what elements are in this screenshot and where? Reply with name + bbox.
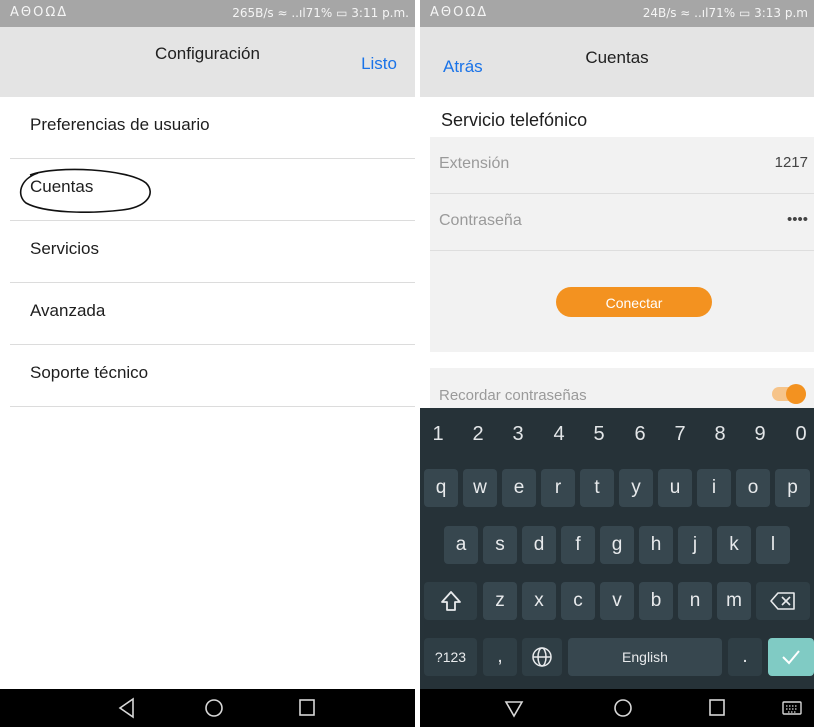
key-7[interactable]: 7 bbox=[665, 423, 695, 446]
back-nav-icon[interactable] bbox=[504, 697, 524, 719]
key-r[interactable]: r bbox=[541, 469, 575, 507]
key-c[interactable]: c bbox=[561, 582, 595, 620]
settings-item-label: Avanzada bbox=[30, 301, 106, 320]
toggle-knob bbox=[786, 384, 806, 404]
key-k[interactable]: k bbox=[717, 526, 751, 564]
key-w[interactable]: w bbox=[463, 469, 497, 507]
remember-passwords-toggle[interactable] bbox=[772, 384, 806, 404]
done-button[interactable]: Listo bbox=[361, 54, 397, 74]
recents-nav-icon[interactable] bbox=[297, 697, 317, 719]
title-bar: Configuración Listo bbox=[0, 27, 415, 97]
key-j[interactable]: j bbox=[678, 526, 712, 564]
symbols-key[interactable]: ?123 bbox=[424, 638, 477, 676]
key-z[interactable]: z bbox=[483, 582, 517, 620]
navigation-bar bbox=[0, 689, 415, 727]
status-notification-icons: ΑΘΟΩΔ bbox=[10, 5, 69, 20]
key-i[interactable]: i bbox=[697, 469, 731, 507]
password-label: Contraseña bbox=[439, 212, 522, 229]
key-g[interactable]: g bbox=[600, 526, 634, 564]
globe-icon bbox=[532, 647, 552, 667]
key-m[interactable]: m bbox=[717, 582, 751, 620]
key-y[interactable]: y bbox=[619, 469, 653, 507]
keyboard-icon[interactable] bbox=[781, 697, 803, 719]
key-4[interactable]: 4 bbox=[544, 423, 574, 446]
extension-row[interactable]: Extensión 1217 bbox=[430, 137, 814, 194]
key-3[interactable]: 3 bbox=[503, 423, 533, 446]
backspace-key[interactable] bbox=[756, 582, 810, 620]
key-2[interactable]: 2 bbox=[463, 423, 493, 446]
key-q[interactable]: q bbox=[424, 469, 458, 507]
settings-item-label: Servicios bbox=[30, 239, 99, 258]
settings-item-label: Preferencias de usuario bbox=[30, 115, 210, 134]
settings-item-support[interactable]: Soporte técnico bbox=[10, 345, 415, 407]
page-title: Cuentas bbox=[585, 48, 649, 67]
enter-key[interactable] bbox=[768, 638, 814, 676]
language-key[interactable] bbox=[522, 638, 562, 676]
back-nav-icon[interactable] bbox=[117, 697, 137, 719]
key-8[interactable]: 8 bbox=[705, 423, 735, 446]
check-icon bbox=[782, 650, 800, 665]
key-1[interactable]: 1 bbox=[423, 423, 453, 446]
key-5[interactable]: 5 bbox=[584, 423, 614, 446]
key-h[interactable]: h bbox=[639, 526, 673, 564]
status-info: 265B/s ≈ ..ıl71% ▭ 3:11 p.m. bbox=[232, 6, 409, 20]
shift-icon bbox=[440, 591, 461, 611]
password-value[interactable]: •••• bbox=[787, 211, 808, 228]
key-o[interactable]: o bbox=[736, 469, 770, 507]
title-bar: Atrás Cuentas bbox=[420, 27, 814, 97]
key-u[interactable]: u bbox=[658, 469, 692, 507]
key-b[interactable]: b bbox=[639, 582, 673, 620]
key-0[interactable]: 0 bbox=[786, 423, 814, 446]
backspace-icon bbox=[770, 592, 795, 610]
comma-key[interactable]: , bbox=[483, 638, 517, 676]
key-v[interactable]: v bbox=[600, 582, 634, 620]
key-p[interactable]: p bbox=[775, 469, 810, 507]
settings-item-advanced[interactable]: Avanzada bbox=[10, 283, 415, 345]
key-d[interactable]: d bbox=[522, 526, 556, 564]
navigation-bar bbox=[420, 689, 814, 727]
status-notification-icons: ΑΘΟΩΔ bbox=[430, 5, 489, 20]
settings-item-label: Soporte técnico bbox=[30, 363, 149, 382]
settings-item-accounts[interactable]: Cuentas bbox=[10, 159, 415, 221]
period-key[interactable]: . bbox=[728, 638, 762, 676]
recents-nav-icon[interactable] bbox=[707, 697, 727, 719]
password-row[interactable]: Contraseña •••• bbox=[430, 194, 814, 251]
key-l[interactable]: l bbox=[756, 526, 790, 564]
home-nav-icon[interactable] bbox=[612, 697, 634, 719]
key-f[interactable]: f bbox=[561, 526, 595, 564]
key-n[interactable]: n bbox=[678, 582, 712, 620]
number-row: 1 2 3 4 5 6 7 8 9 0 bbox=[420, 423, 814, 455]
section-title: Servicio telefónico bbox=[441, 110, 588, 130]
remember-passwords-row: Recordar contraseñas bbox=[430, 368, 814, 408]
key-x[interactable]: x bbox=[522, 582, 556, 620]
key-9[interactable]: 9 bbox=[745, 423, 775, 446]
extension-label: Extensión bbox=[439, 155, 510, 172]
space-key[interactable]: English bbox=[568, 638, 722, 676]
hand-drawn-circle-annotation bbox=[19, 168, 151, 213]
key-t[interactable]: t bbox=[580, 469, 614, 507]
settings-item-user-preferences[interactable]: Preferencias de usuario bbox=[10, 97, 415, 159]
key-a[interactable]: a bbox=[444, 526, 478, 564]
shift-key[interactable] bbox=[424, 582, 477, 620]
home-nav-icon[interactable] bbox=[203, 697, 225, 719]
key-s[interactable]: s bbox=[483, 526, 517, 564]
remember-passwords-label: Recordar contraseñas bbox=[439, 387, 587, 404]
key-e[interactable]: e bbox=[502, 469, 536, 507]
accounts-screen: ΑΘΟΩΔ 24B/s ≈ ..ıl71% ▭ 3:13 p.m Atrás C… bbox=[420, 0, 814, 727]
extension-value[interactable]: 1217 bbox=[775, 154, 808, 171]
status-info: 24B/s ≈ ..ıl71% ▭ 3:13 p.m bbox=[642, 6, 808, 20]
settings-screen: ΑΘΟΩΔ 265B/s ≈ ..ıl71% ▭ 3:11 p.m. Confi… bbox=[0, 0, 415, 727]
page-title: Configuración bbox=[155, 44, 260, 63]
phone-service-card: Extensión 1217 Contraseña •••• Conectar bbox=[430, 137, 814, 352]
settings-list: Preferencias de usuario Cuentas Servicio… bbox=[10, 97, 415, 407]
key-6[interactable]: 6 bbox=[625, 423, 655, 446]
connect-button[interactable]: Conectar bbox=[556, 287, 712, 317]
settings-item-services[interactable]: Servicios bbox=[10, 221, 415, 283]
keyboard: 1 2 3 4 5 6 7 8 9 0 q w e r t y u i o p … bbox=[420, 408, 814, 689]
